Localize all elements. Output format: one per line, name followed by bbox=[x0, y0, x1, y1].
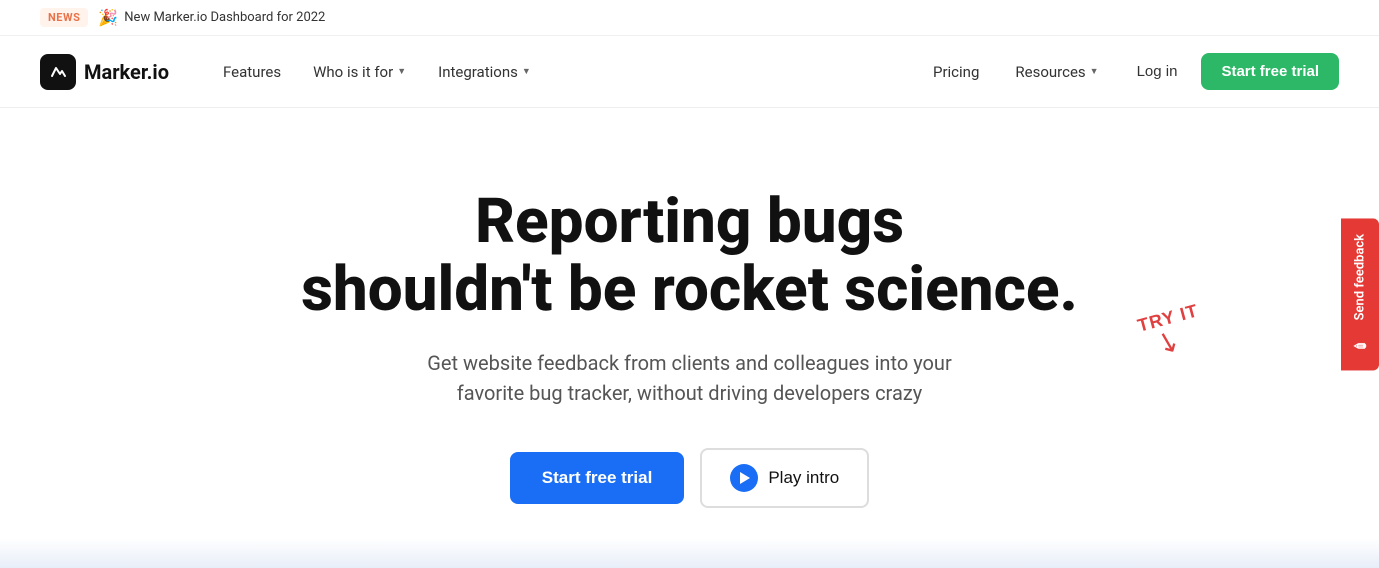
nav-integrations[interactable]: Integrations ▼ bbox=[424, 55, 545, 89]
hero-subtitle: Get website feedback from clients and co… bbox=[410, 348, 970, 408]
bottom-fade bbox=[0, 538, 1379, 568]
nav-right: Pricing Resources ▼ Log in Start free tr… bbox=[919, 53, 1339, 90]
logo[interactable]: Marker.io bbox=[40, 54, 169, 90]
nav-features[interactable]: Features bbox=[209, 55, 295, 89]
nav-pricing[interactable]: Pricing bbox=[919, 55, 993, 89]
news-text: 🎉 New Marker.io Dashboard for 2022 bbox=[98, 8, 325, 27]
hero-section: Reporting bugs shouldn't be rocket scien… bbox=[0, 108, 1379, 568]
integrations-dropdown-icon: ▼ bbox=[522, 66, 531, 77]
play-triangle-icon bbox=[740, 472, 750, 484]
logo-icon bbox=[40, 54, 76, 90]
play-intro-button[interactable]: Play intro bbox=[700, 448, 869, 508]
news-message: New Marker.io Dashboard for 2022 bbox=[124, 10, 325, 25]
logo-text: Marker.io bbox=[84, 60, 169, 84]
feedback-label: Send feedback bbox=[1353, 234, 1368, 320]
hero-title: Reporting bugs shouldn't be rocket scien… bbox=[301, 188, 1078, 324]
login-button[interactable]: Log in bbox=[1121, 55, 1194, 88]
nav-who-is-it-for[interactable]: Who is it for ▼ bbox=[299, 55, 420, 89]
nav-left: Features Who is it for ▼ Integrations ▼ bbox=[209, 55, 919, 89]
start-trial-hero-button[interactable]: Start free trial bbox=[510, 452, 685, 504]
resources-dropdown-icon: ▼ bbox=[1090, 66, 1099, 77]
try-it-annotation: TRY IT ↘ bbox=[1137, 308, 1199, 358]
play-icon bbox=[730, 464, 758, 492]
news-emoji: 🎉 bbox=[98, 8, 118, 27]
who-is-it-for-dropdown-icon: ▼ bbox=[397, 66, 406, 77]
feedback-widget[interactable]: ✏ Send feedback bbox=[1341, 218, 1379, 370]
nav-resources[interactable]: Resources ▼ bbox=[1001, 55, 1112, 89]
news-badge: NEWS bbox=[40, 8, 88, 27]
news-banner: NEWS 🎉 New Marker.io Dashboard for 2022 bbox=[0, 0, 1379, 36]
hero-wrapper: Reporting bugs shouldn't be rocket scien… bbox=[0, 108, 1379, 568]
start-trial-nav-button[interactable]: Start free trial bbox=[1201, 53, 1339, 90]
feedback-pencil-icon: ✏ bbox=[1351, 336, 1369, 354]
header: Marker.io Features Who is it for ▼ Integ… bbox=[0, 36, 1379, 108]
hero-buttons: Start free trial Play intro bbox=[510, 448, 869, 508]
